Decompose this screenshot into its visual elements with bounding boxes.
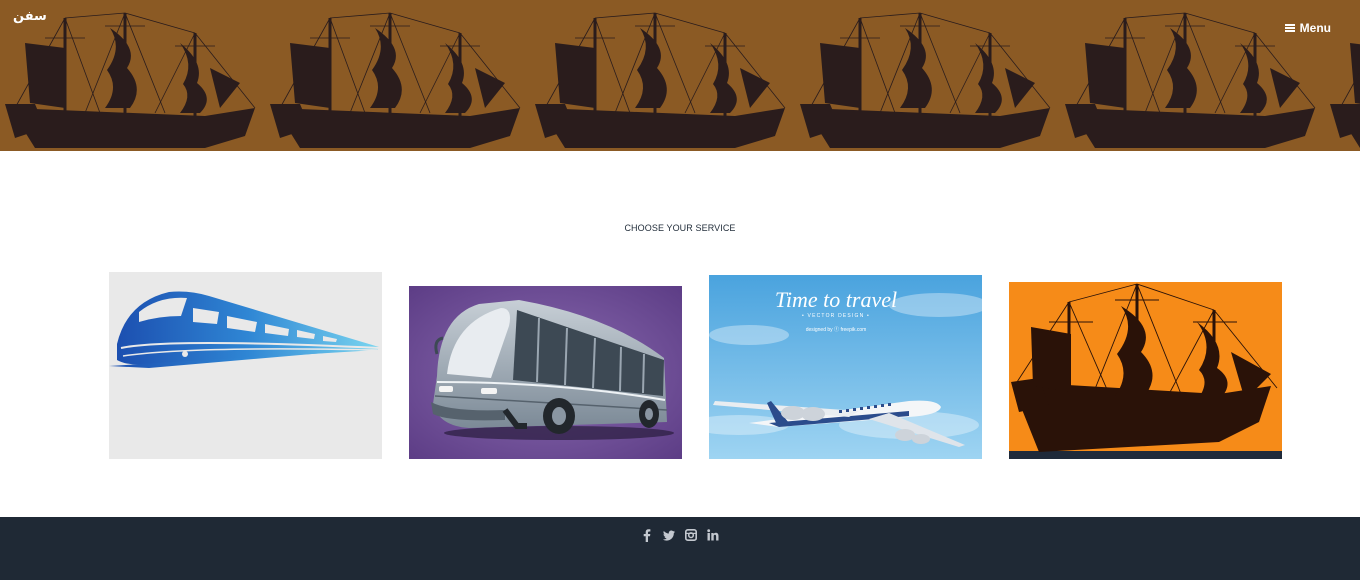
facebook-icon[interactable] — [641, 528, 653, 542]
menu-button[interactable]: Menu — [1284, 21, 1331, 35]
plane-card-subline: • VECTOR DESIGN • — [802, 313, 870, 319]
menu-label: Menu — [1299, 21, 1331, 35]
train-icon — [109, 291, 382, 368]
service-card-ship[interactable] — [1009, 282, 1282, 459]
hamburger-icon — [1284, 24, 1295, 32]
instagram-icon[interactable] — [685, 528, 697, 542]
service-card-plane[interactable]: Time to travel • VECTOR DESIGN • designe… — [709, 275, 982, 459]
airplane-icon: Time to travel • VECTOR DESIGN • designe… — [709, 275, 982, 459]
service-card-bus[interactable] — [409, 286, 682, 459]
site-logo[interactable]: سفن — [13, 9, 47, 24]
linkedin-icon[interactable] — [707, 528, 719, 542]
social-links — [0, 528, 1360, 542]
footer — [0, 517, 1360, 580]
header-banner: سفن Menu — [0, 0, 1360, 151]
section-title: CHOOSE YOUR SERVICE — [624, 223, 736, 233]
ship-pattern-background — [3, 11, 1360, 150]
ship-icon — [1009, 283, 1282, 459]
service-card-train[interactable] — [109, 272, 382, 459]
plane-card-headline: Time to travel — [775, 287, 897, 312]
bus-icon — [409, 286, 682, 459]
twitter-icon[interactable] — [663, 528, 675, 542]
plane-card-credit: designed by ⓕ freepik.com — [806, 326, 867, 333]
